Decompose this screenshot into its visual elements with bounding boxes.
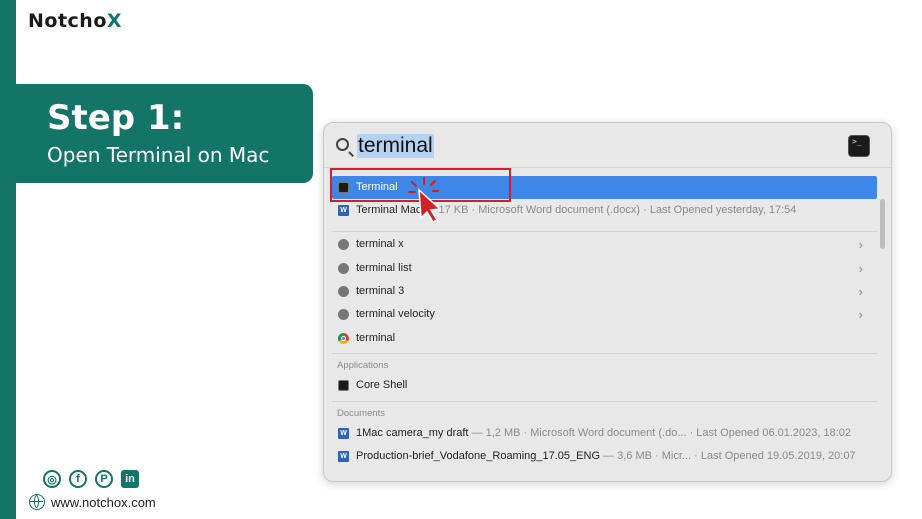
document-row[interactable]: W 1Mac camera_my draft — 1,2 MB · Micros… (332, 422, 877, 445)
suggestion-row[interactable]: terminal x › (332, 233, 877, 256)
section-header-applications: Applications (337, 360, 389, 371)
linkedin-icon[interactable]: in (121, 470, 139, 488)
search-icon (336, 138, 349, 151)
section-header-documents: Documents (337, 408, 386, 419)
document-meta: — 1,2 MB · Microsoft Word document (.do.… (468, 427, 852, 439)
step-subtitle: Open Terminal on Mac (47, 143, 270, 167)
instagram-icon[interactable]: ◎ (43, 470, 61, 488)
chrome-icon (338, 333, 349, 344)
word-document-icon: W (338, 205, 349, 216)
application-row[interactable]: Core Shell (332, 374, 877, 397)
suggestion-label: terminal 3 (356, 285, 405, 297)
suggestion-label: terminal x (356, 238, 404, 250)
chevron-right-icon: › (858, 237, 863, 252)
pinterest-icon[interactable]: P (95, 470, 113, 488)
suggestion-row[interactable]: terminal 3 › (332, 280, 877, 303)
suggestion-label: terminal (356, 332, 396, 344)
social-links: ◎ f P in (43, 470, 139, 488)
terminal-app-icon: >_ (848, 135, 870, 157)
pointer-cursor-icon (408, 177, 442, 223)
suggestion-row[interactable]: terminal (332, 327, 877, 350)
divider (332, 401, 877, 402)
chevron-right-icon: › (858, 307, 863, 322)
spotlight-search-bar[interactable]: terminal >_ (324, 123, 891, 168)
website-link[interactable]: www.notchox.com (29, 494, 156, 510)
chevron-right-icon: › (858, 284, 863, 299)
search-icon (338, 263, 349, 274)
document-row[interactable]: W Production-brief_Vodafone_Roaming_17.0… (332, 445, 877, 468)
left-accent-bar (0, 0, 16, 519)
notchox-logo: NotchoX (28, 10, 122, 32)
logo-text: Notcho (28, 10, 107, 32)
suggestion-label: terminal velocity (356, 308, 435, 320)
document-meta: — 3,6 MB · Micr... · Last Opened 19.05.2… (600, 450, 856, 462)
search-icon (338, 286, 349, 297)
spotlight-query[interactable]: terminal (357, 134, 434, 158)
application-label: Core Shell (356, 379, 408, 391)
document-label: Production-brief_Vodafone_Roaming_17.05_… (356, 450, 600, 462)
logo-x: X (106, 10, 123, 32)
shell-icon (338, 380, 349, 391)
scrollbar-thumb[interactable] (880, 199, 885, 249)
word-document-icon: W (338, 451, 349, 462)
search-icon (338, 309, 349, 320)
divider (332, 353, 877, 354)
website-url: www.notchox.com (51, 494, 156, 510)
suggestion-row[interactable]: terminal velocity › (332, 303, 877, 326)
suggestion-row[interactable]: terminal list › (332, 257, 877, 280)
result-meta: — 17 KB · Microsoft Word document (.docx… (421, 204, 797, 216)
word-document-icon: W (338, 428, 349, 439)
facebook-icon[interactable]: f (69, 470, 87, 488)
step-title: Step 1: (47, 98, 185, 138)
chevron-right-icon: › (858, 261, 863, 276)
divider (332, 231, 877, 232)
document-label: 1Mac camera_my draft (356, 427, 469, 439)
suggestion-label: terminal list (356, 262, 412, 274)
globe-icon (29, 494, 45, 510)
search-icon (338, 239, 349, 250)
step-card: Step 1: Open Terminal on Mac (16, 84, 313, 183)
